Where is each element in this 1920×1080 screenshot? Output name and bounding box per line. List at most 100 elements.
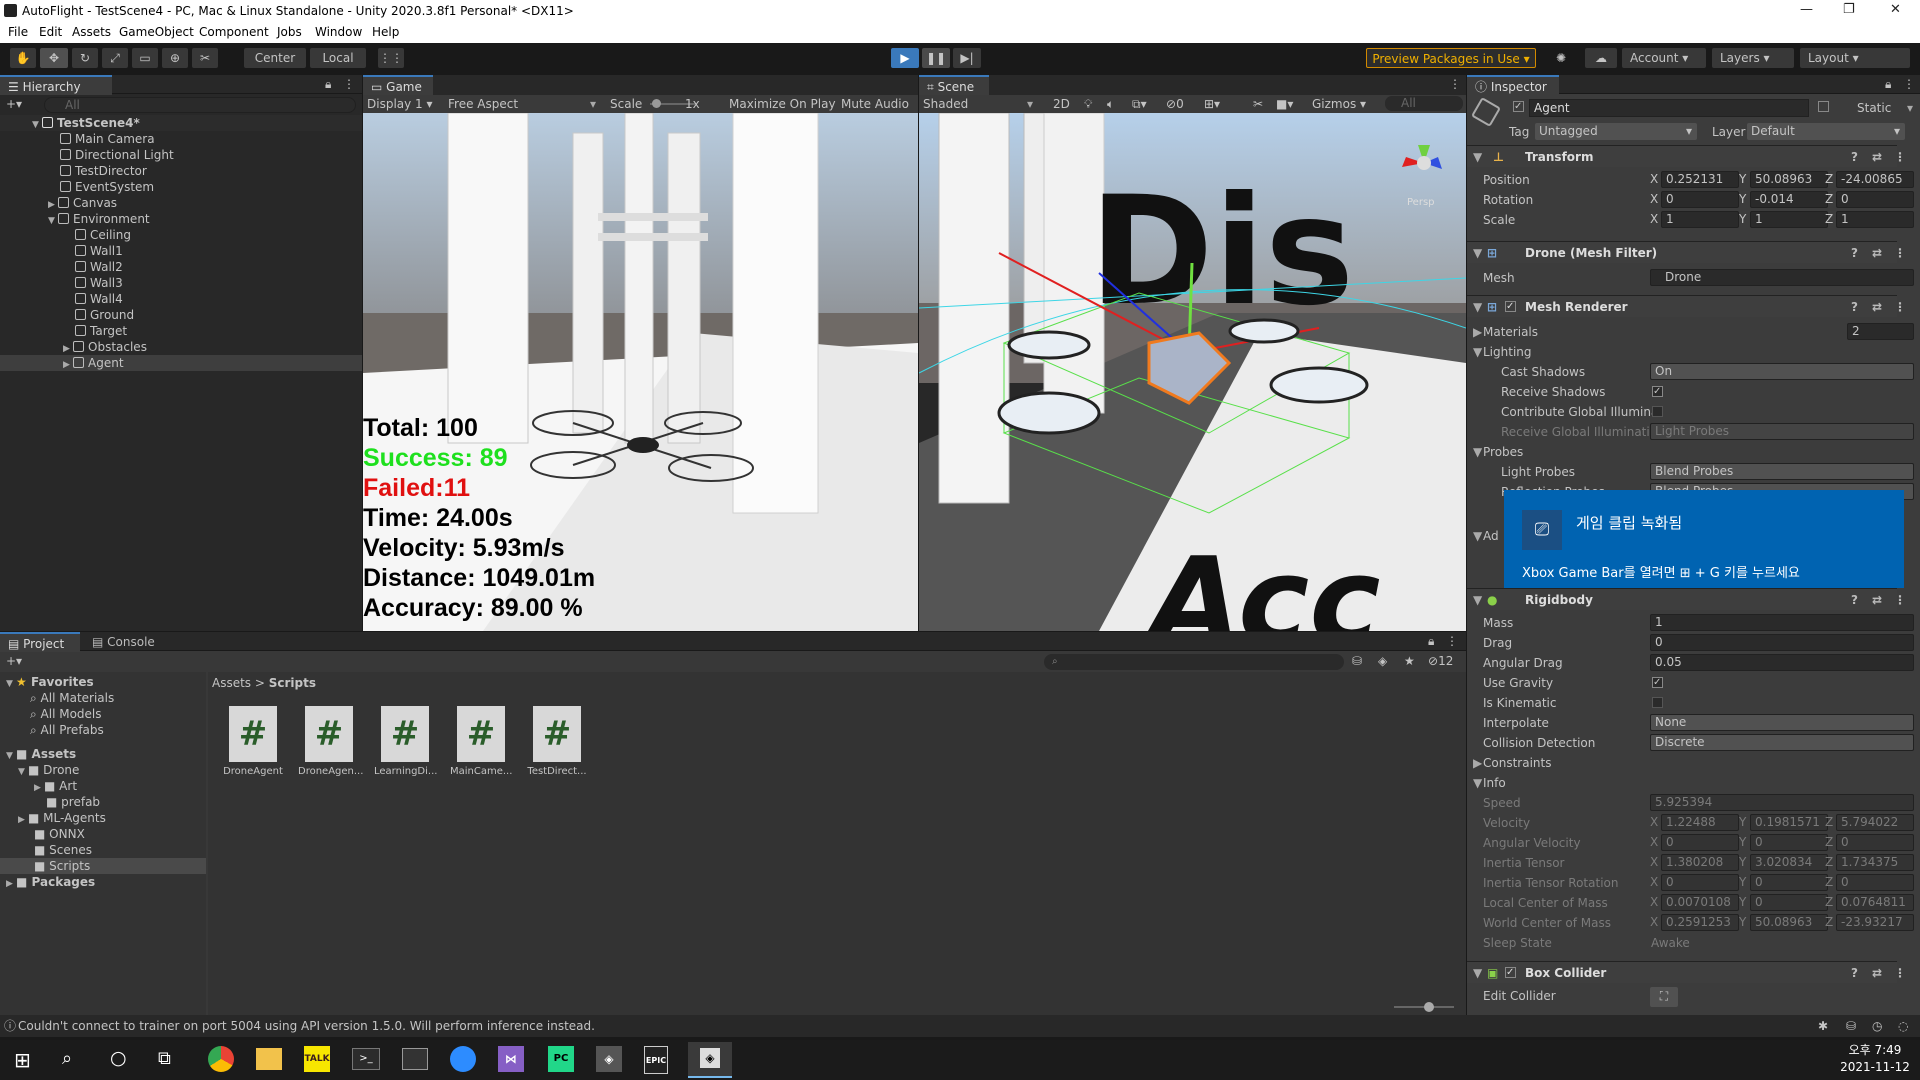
folder-item[interactable]: ■ prefab: [46, 794, 100, 810]
layer-dropdown[interactable]: Default ▾: [1747, 123, 1905, 140]
grid-icon[interactable]: ⊞▾: [1204, 95, 1220, 113]
game-viewport[interactable]: Total: 100 Success: 89 Failed:11 Time: 2…: [363, 113, 918, 631]
account-dropdown[interactable]: Account ▾: [1622, 48, 1706, 68]
create-asset-button[interactable]: +▾: [6, 654, 22, 668]
chrome-icon[interactable]: [208, 1046, 234, 1072]
filter-label-icon[interactable]: ◈: [1378, 654, 1387, 668]
rigidbody-header[interactable]: ▼ ● Rigidbody? ⇄ ⋮: [1467, 588, 1906, 610]
panel-menu-icon[interactable]: ⋮: [1449, 77, 1461, 91]
rotate-tool-icon[interactable]: ↻: [72, 48, 98, 68]
panel-menu-icon[interactable]: ⋮: [1446, 634, 1458, 648]
cast-shadows-dropdown[interactable]: On: [1650, 363, 1914, 380]
transform-tool-icon[interactable]: ⊕: [162, 48, 188, 68]
rotation-y-field[interactable]: -0.014: [1750, 191, 1828, 208]
layout-dropdown[interactable]: Layout ▾: [1800, 48, 1910, 68]
display-dropdown[interactable]: Display 1 ▾: [367, 95, 433, 113]
grid-snap-icon[interactable]: ⋮⋮: [378, 48, 404, 68]
scene-viewport[interactable]: Dis Acc Persp: [919, 113, 1466, 631]
scale-slider-thumb[interactable]: [652, 99, 661, 108]
position-y-field[interactable]: 50.08963: [1750, 171, 1828, 188]
hierarchy-item[interactable]: ▼ Environment: [0, 211, 150, 227]
hierarchy-item[interactable]: Main Camera: [0, 131, 155, 147]
cortana-icon[interactable]: ○: [110, 1047, 127, 1069]
pivot-center-button[interactable]: Center: [244, 48, 306, 68]
visual-studio-icon[interactable]: ⋈: [498, 1046, 524, 1072]
lock-icon[interactable]: 🔒︎: [1428, 634, 1434, 649]
info-row[interactable]: ▼ Info: [1467, 774, 1897, 792]
meshfilter-header[interactable]: ▼ ⊞ Drone (Mesh Filter)? ⇄ ⋮: [1467, 241, 1906, 263]
folder-item[interactable]: ▶ ■ Art: [34, 778, 77, 794]
static-checkbox[interactable]: [1818, 101, 1829, 112]
tab-hierarchy[interactable]: ☰ Hierarchy: [0, 75, 112, 95]
project-search-input[interactable]: ⌕: [1044, 654, 1344, 670]
hierarchy-item-selected[interactable]: ▶ Agent: [0, 355, 362, 371]
tab-game[interactable]: ▭ Game: [363, 75, 433, 95]
custom-tool-icon[interactable]: ✂: [192, 48, 218, 68]
packages-header[interactable]: ▶ ■ Packages: [6, 874, 95, 890]
breadcrumb-scripts[interactable]: Scripts: [269, 676, 316, 690]
boxcollider-header[interactable]: ▼ ▣ ✓ Box Collider? ⇄ ⋮: [1467, 961, 1906, 983]
hierarchy-item[interactable]: Ground: [0, 307, 134, 323]
favorites-header[interactable]: ▼ ★ Favorites: [6, 674, 94, 690]
camera-icon[interactable]: ■▾: [1276, 95, 1293, 113]
mute-audio-toggle[interactable]: Mute Audio: [841, 95, 909, 113]
hierarchy-search-input[interactable]: All: [44, 97, 356, 113]
contribute-gi-checkbox[interactable]: [1652, 406, 1663, 417]
use-gravity-checkbox[interactable]: ✓: [1652, 677, 1663, 688]
effects-icon[interactable]: ⧉▾: [1132, 95, 1147, 113]
minimize-icon[interactable]: —: [1800, 2, 1813, 17]
tag-dropdown[interactable]: Untagged ▾: [1535, 123, 1697, 140]
hidden-objects-icon[interactable]: ⊘0: [1166, 95, 1184, 113]
favorite-icon[interactable]: ★: [1404, 654, 1415, 668]
layers-dropdown[interactable]: Layers ▾: [1712, 48, 1794, 68]
hierarchy-item[interactable]: Ceiling: [0, 227, 131, 243]
pycharm-icon[interactable]: PC: [548, 1046, 574, 1072]
meshrenderer-header[interactable]: ▼ ⊞ ✓ Mesh Renderer? ⇄ ⋮: [1467, 295, 1906, 317]
scale-z-field[interactable]: 1: [1836, 211, 1914, 228]
mass-field[interactable]: 1: [1650, 614, 1914, 631]
name-field[interactable]: Agent: [1529, 99, 1809, 117]
system-clock[interactable]: 오후 7:49 2021-11-12: [1830, 1042, 1920, 1076]
game-bar-toast[interactable]: ⎚ 게임 클립 녹화됨 Xbox Game Bar를 열려면 ⊞ + G 키를 …: [1504, 490, 1904, 588]
edit-collider-button[interactable]: ⛶: [1650, 987, 1678, 1007]
panel-menu-icon[interactable]: ⋮: [1903, 77, 1915, 91]
play-button[interactable]: ▶: [891, 48, 919, 68]
scene-row[interactable]: ▼ TestScene4*: [0, 115, 362, 131]
hand-tool-icon[interactable]: ✋: [10, 48, 36, 68]
menu-gameobject[interactable]: GameObject: [119, 25, 194, 39]
scale-y-field[interactable]: 1: [1750, 211, 1828, 228]
position-x-field[interactable]: 0.252131: [1661, 171, 1739, 188]
kakaotalk-icon[interactable]: TALK: [304, 1046, 330, 1072]
lock-icon[interactable]: 🔒︎: [325, 77, 331, 92]
transform-header[interactable]: ▼ ⊥ Transform? ⇄ ⋮: [1467, 145, 1906, 167]
folder-item[interactable]: ■ ONNX: [34, 826, 85, 842]
zoom-icon[interactable]: [450, 1046, 476, 1072]
mesh-field[interactable]: Drone: [1650, 269, 1914, 286]
script-asset[interactable]: # DroneAgent: [222, 706, 284, 777]
tools-icon[interactable]: ✂: [1253, 95, 1263, 113]
angular-drag-field[interactable]: 0.05: [1650, 654, 1914, 671]
panel-menu-icon[interactable]: ⋮: [343, 77, 355, 91]
breadcrumb-assets[interactable]: Assets: [212, 676, 251, 690]
cloud-icon[interactable]: ☁: [1585, 48, 1617, 68]
favorite-item[interactable]: ⌕ All Materials: [30, 690, 114, 706]
favorite-item[interactable]: ⌕ All Prefabs: [30, 722, 104, 738]
step-button[interactable]: ▶|: [953, 48, 981, 68]
light-probes-dropdown[interactable]: Blend Probes: [1650, 463, 1914, 480]
menu-file[interactable]: File: [8, 25, 28, 39]
folder-item[interactable]: ▼ ■ Drone: [18, 762, 79, 778]
interpolate-dropdown[interactable]: None: [1650, 714, 1914, 731]
lighting-icon[interactable]: 💡︎: [1084, 95, 1092, 113]
hierarchy-item[interactable]: ▶ Canvas: [0, 195, 117, 211]
progress-icon[interactable]: ◌: [1898, 1015, 1908, 1037]
maximize-on-play-toggle[interactable]: Maximize On Play: [729, 95, 836, 113]
pivot-local-button[interactable]: Local: [310, 48, 366, 68]
rotation-z-field[interactable]: 0: [1836, 191, 1914, 208]
settings-icon[interactable]: ✺: [1548, 48, 1574, 68]
shading-dropdown[interactable]: Shaded: [923, 95, 968, 113]
close-icon[interactable]: ✕: [1890, 2, 1901, 17]
hierarchy-item[interactable]: ▶ Obstacles: [0, 339, 147, 355]
scale-x-field[interactable]: 1: [1661, 211, 1739, 228]
collision-detection-dropdown[interactable]: Discrete: [1650, 734, 1914, 751]
hidden-packages-icon[interactable]: ⊘12: [1428, 654, 1453, 668]
